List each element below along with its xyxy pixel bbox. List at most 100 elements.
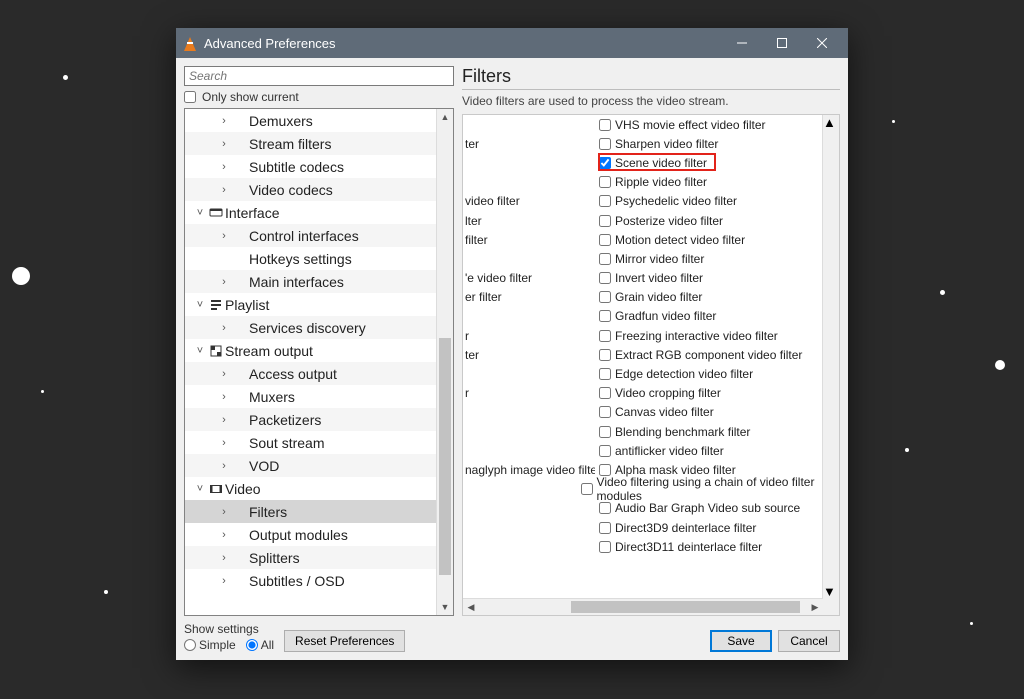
filter-checkbox-ripple-video-filter[interactable]: Ripple video filter (595, 175, 707, 189)
scroll-up-icon[interactable]: ▲ (437, 109, 453, 125)
tree-item-vod[interactable]: ›VOD (185, 454, 437, 477)
expand-toggle[interactable]: › (217, 161, 231, 173)
filter-label: Ripple video filter (615, 175, 707, 189)
tree-item-output-modules[interactable]: ›Output modules (185, 523, 437, 546)
expand-toggle[interactable]: › (217, 368, 231, 380)
tree-item-packetizers[interactable]: ›Packetizers (185, 408, 437, 431)
expand-toggle[interactable]: › (217, 506, 231, 518)
expand-toggle[interactable]: › (217, 414, 231, 426)
tree-item-demuxers[interactable]: ›Demuxers (185, 109, 437, 132)
tree-scrollbar[interactable]: ▲ ▼ (436, 109, 453, 615)
filters-vscrollbar[interactable]: ▲ ▼ (822, 115, 839, 599)
expand-toggle[interactable]: › (217, 138, 231, 150)
filter-checkbox-sharpen-video-filter[interactable]: Sharpen video filter (595, 137, 718, 151)
save-button[interactable]: Save (710, 630, 772, 652)
filter-checkbox-canvas-video-filter[interactable]: Canvas video filter (595, 405, 714, 419)
tree-item-muxers[interactable]: ›Muxers (185, 385, 437, 408)
scroll-up-icon[interactable]: ▲ (823, 115, 839, 130)
maximize-button[interactable] (762, 28, 802, 58)
expand-toggle[interactable]: › (217, 437, 231, 449)
tree-item-sout-stream[interactable]: ›Sout stream (185, 431, 437, 454)
scroll-left-icon[interactable]: ◀ (463, 602, 479, 613)
radio-all[interactable]: All (246, 638, 274, 652)
tree-item-video[interactable]: ˅Video (185, 477, 437, 500)
filter-checkbox-vhs-movie-effect-video-filter[interactable]: VHS movie effect video filter (595, 118, 766, 132)
tree-item-services-discovery[interactable]: ›Services discovery (185, 316, 437, 339)
tree-item-splitters[interactable]: ›Splitters (185, 546, 437, 569)
filter-label: Canvas video filter (615, 405, 714, 419)
filter-label: Motion detect video filter (615, 233, 745, 247)
expand-toggle[interactable]: ˅ (193, 483, 207, 495)
expand-toggle[interactable]: › (217, 529, 231, 541)
filter-checkbox-audio-bar-graph-video-sub-source[interactable]: Audio Bar Graph Video sub source (595, 501, 800, 515)
tree-item-video-codecs[interactable]: ›Video codecs (185, 178, 437, 201)
tree-item-hotkeys-settings[interactable]: Hotkeys settings (185, 247, 437, 270)
expand-toggle[interactable]: › (217, 276, 231, 288)
tree-item-control-interfaces[interactable]: ›Control interfaces (185, 224, 437, 247)
filter-checkbox-freezing-interactive-video-filter[interactable]: Freezing interactive video filter (595, 329, 778, 343)
tree-item-label: Subtitle codecs (249, 159, 344, 175)
filter-checkbox-video-cropping-filter[interactable]: Video cropping filter (595, 386, 721, 400)
tree-item-subtitle-codecs[interactable]: › Subtitle codecs (185, 155, 437, 178)
tree-item-stream-filters[interactable]: ›Stream filters (185, 132, 437, 155)
expand-toggle[interactable]: › (217, 230, 231, 242)
filter-row: Edge detection video filter (463, 364, 823, 383)
filter-checkbox-motion-detect-video-filter[interactable]: Motion detect video filter (595, 233, 745, 247)
filter-row: 'e video filterInvert video filter (463, 269, 823, 288)
expand-toggle[interactable]: › (217, 460, 231, 472)
filter-checkbox-psychedelic-video-filter[interactable]: Psychedelic video filter (595, 194, 737, 208)
close-button[interactable] (802, 28, 842, 58)
expand-toggle[interactable]: › (217, 391, 231, 403)
filter-row: lterPosterize video filter (463, 211, 823, 230)
filter-checkbox-invert-video-filter[interactable]: Invert video filter (595, 271, 703, 285)
tree-item-stream-output[interactable]: ˅Stream output (185, 339, 437, 362)
tree-item-access-output[interactable]: ›Access output (185, 362, 437, 385)
scroll-right-icon[interactable]: ▶ (807, 602, 823, 613)
search-input[interactable] (184, 66, 454, 86)
expand-toggle[interactable]: › (217, 322, 231, 334)
scroll-down-icon[interactable]: ▼ (437, 599, 453, 615)
tree-item-filters[interactable]: ›Filters (185, 500, 437, 523)
filter-left-label-fragment: ter (463, 137, 595, 151)
filter-checkbox-blending-benchmark-filter[interactable]: Blending benchmark filter (595, 425, 750, 439)
scroll-down-icon[interactable]: ▼ (823, 584, 839, 599)
radio-simple[interactable]: Simple (184, 638, 236, 652)
filter-label: Grain video filter (615, 290, 702, 304)
expand-toggle[interactable]: › (217, 575, 231, 587)
filter-row: terSharpen video filter (463, 134, 823, 153)
filter-checkbox-edge-detection-video-filter[interactable]: Edge detection video filter (595, 367, 753, 381)
filter-checkbox-extract-rgb-component-video-filter[interactable]: Extract RGB component video filter (595, 348, 802, 362)
filter-row: rFreezing interactive video filter (463, 326, 823, 345)
tree-item-subtitles-osd[interactable]: ›Subtitles / OSD (185, 569, 437, 592)
filter-checkbox-posterize-video-filter[interactable]: Posterize video filter (595, 214, 723, 228)
expand-toggle[interactable]: › (217, 115, 231, 127)
minimize-button[interactable] (722, 28, 762, 58)
filter-checkbox-grain-video-filter[interactable]: Grain video filter (595, 290, 702, 304)
filter-checkbox-antiflicker-video-filter[interactable]: antiflicker video filter (595, 444, 724, 458)
expand-toggle[interactable]: ˅ (193, 345, 207, 357)
filter-left-label-fragment: r (463, 329, 595, 343)
filter-label: Invert video filter (615, 271, 703, 285)
tree-item-playlist[interactable]: ˅Playlist (185, 293, 437, 316)
filter-label: Scene video filter (615, 156, 707, 170)
expand-toggle[interactable]: › (217, 552, 231, 564)
filter-checkbox-direct3d9-deinterlace-filter[interactable]: Direct3D9 deinterlace filter (595, 521, 756, 535)
reset-preferences-button[interactable]: Reset Preferences (284, 630, 405, 652)
filter-checkbox-gradfun-video-filter[interactable]: Gradfun video filter (595, 309, 716, 323)
expand-toggle[interactable]: › (217, 184, 231, 196)
cancel-button[interactable]: Cancel (778, 630, 840, 652)
filter-row: Direct3D9 deinterlace filter (463, 518, 823, 537)
tree-item-interface[interactable]: ˅Interface (185, 201, 437, 224)
filter-label: Direct3D11 deinterlace filter (615, 540, 762, 554)
expand-toggle[interactable]: ˅ (193, 299, 207, 311)
filter-left-label-fragment: r (463, 386, 595, 400)
filter-checkbox-mirror-video-filter[interactable]: Mirror video filter (595, 252, 704, 266)
vlc-cone-icon (182, 35, 198, 51)
expand-toggle[interactable]: ˅ (193, 207, 207, 219)
tree-item-main-interfaces[interactable]: ›Main interfaces (185, 270, 437, 293)
filter-checkbox-direct3d11-deinterlace-filter[interactable]: Direct3D11 deinterlace filter (595, 540, 762, 554)
only-show-current-checkbox[interactable]: Only show current (184, 88, 454, 106)
filter-checkbox-scene-video-filter[interactable]: Scene video filter (595, 156, 707, 170)
filter-left-label-fragment: video filter (463, 194, 595, 208)
filters-hscrollbar[interactable]: ◀ ▶ (463, 598, 823, 615)
